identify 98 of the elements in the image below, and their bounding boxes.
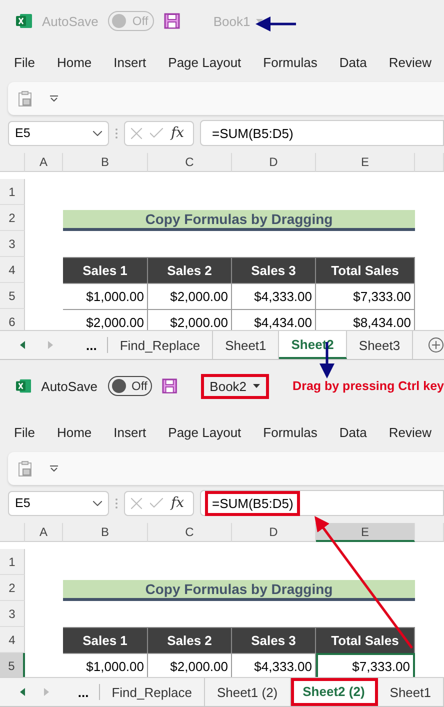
name-box[interactable]: E5 — [8, 490, 109, 516]
row-header[interactable]: 3 — [0, 231, 25, 257]
autosave-label: AutoSave — [41, 378, 98, 394]
scroll-right-icon[interactable] — [44, 688, 49, 696]
excel-logo-icon — [16, 378, 32, 394]
row-header[interactable]: 1 — [0, 179, 25, 205]
table-cell: $2,000.00 — [148, 283, 232, 309]
row-header[interactable]: 1 — [0, 549, 25, 575]
formula-field[interactable]: =SUM(B5:D5) — [200, 490, 444, 516]
customize-caret-icon[interactable] — [50, 465, 58, 472]
ribbon-tab[interactable]: File — [14, 424, 35, 440]
table-header-cell: Total Sales — [316, 627, 415, 653]
ribbon-tab[interactable]: Data — [339, 424, 367, 440]
clipboard-icon[interactable] — [18, 90, 32, 106]
column-header[interactable]: A — [25, 523, 63, 542]
select-all-corner[interactable] — [0, 153, 25, 172]
column-header[interactable]: C — [148, 523, 232, 542]
scroll-left-icon[interactable] — [20, 341, 25, 349]
ribbon-tab[interactable]: Formulas — [263, 54, 318, 70]
insert-function-button[interactable]: fx — [171, 495, 184, 511]
column-header[interactable] — [415, 153, 444, 172]
ribbon-tab[interactable]: Insert — [114, 424, 146, 440]
cancel-icon[interactable] — [131, 498, 142, 508]
row-header[interactable]: 5 — [0, 283, 25, 309]
formula-text: =SUM(B5:D5) — [211, 124, 294, 143]
save-icon[interactable] — [164, 13, 180, 29]
check-icon[interactable] — [150, 498, 163, 508]
name-box[interactable]: E5 — [8, 120, 109, 146]
save-icon[interactable] — [162, 378, 177, 394]
scroll-right-icon[interactable] — [48, 341, 53, 349]
check-icon[interactable] — [150, 128, 163, 138]
sheet-tab[interactable]: Sheet3 — [346, 331, 414, 359]
column-header[interactable]: E — [316, 153, 415, 172]
formula-text: =SUM(B5:D5) — [205, 490, 300, 516]
ribbon-tab[interactable]: Review — [388, 424, 432, 440]
table-header-cell: Sales 1 — [63, 257, 148, 283]
sheet-title-cell: Copy Formulas by Dragging — [63, 210, 415, 231]
select-all-corner[interactable] — [0, 523, 25, 542]
column-header[interactable] — [415, 523, 444, 542]
ribbon-tab[interactable]: Page Layout — [168, 424, 242, 440]
table-header-cell: Total Sales — [316, 257, 415, 283]
table-header-cell: Sales 1 — [63, 627, 148, 653]
ribbon-tab[interactable]: Home — [56, 424, 92, 440]
excel-logo-icon — [16, 13, 32, 29]
sheet-tab[interactable]: Sheet2 — [279, 331, 347, 359]
caret-icon — [252, 384, 260, 388]
column-header[interactable]: A — [25, 153, 63, 172]
table-cell: $7,333.00 — [316, 283, 415, 309]
pointer-arrow — [256, 16, 296, 32]
table-header-cell: Sales 3 — [232, 627, 316, 653]
row-header[interactable]: 3 — [0, 601, 25, 627]
table-cell: $4,333.00 — [232, 283, 316, 309]
drag-dots-icon — [115, 128, 118, 138]
ribbon-tab[interactable]: Insert — [114, 54, 146, 70]
table-header-cell: Sales 2 — [148, 257, 232, 283]
formula-field[interactable]: =SUM(B5:D5) — [200, 120, 444, 146]
insert-function-button[interactable]: fx — [171, 125, 184, 141]
ribbon-tab[interactable]: File — [14, 54, 35, 70]
ribbon-tab[interactable]: Home — [56, 54, 92, 70]
row-header[interactable]: 4 — [0, 627, 25, 653]
sheet-tab[interactable]: Sheet1 — [378, 678, 444, 706]
column-header[interactable]: B — [63, 523, 148, 542]
row-header[interactable]: 2 — [0, 575, 25, 601]
ribbon-tab[interactable]: Page Layout — [168, 54, 242, 70]
chevron-down-icon — [93, 130, 102, 136]
sheet-tab[interactable]: Find_Replace — [108, 331, 214, 359]
column-header[interactable]: E — [316, 523, 415, 542]
column-header[interactable]: C — [148, 153, 232, 172]
sheet-tab[interactable]: Find_Replace — [100, 678, 205, 706]
ribbon-tab[interactable]: Data — [339, 54, 367, 70]
sheet-tab[interactable]: Sheet2 (2) — [290, 678, 378, 706]
row-header[interactable]: 5 — [0, 653, 25, 677]
column-header[interactable]: D — [232, 523, 316, 542]
more-sheets-button[interactable]: ... — [68, 684, 100, 700]
table-header-cell: Sales 3 — [232, 257, 316, 283]
table-header-cell: Sales 2 — [148, 627, 232, 653]
ribbon-tab[interactable]: Formulas — [263, 424, 318, 440]
table-cell: $1,000.00 — [63, 283, 148, 309]
caret-icon — [256, 19, 264, 23]
ribbon-tab[interactable]: Review — [388, 54, 432, 70]
autosave-label: AutoSave — [42, 14, 98, 28]
clipboard-icon[interactable] — [18, 460, 32, 476]
cancel-icon[interactable] — [131, 128, 142, 138]
row-header[interactable]: 4 — [0, 257, 25, 283]
scroll-left-icon[interactable] — [20, 688, 25, 696]
plus-icon — [428, 337, 444, 353]
annotation-note: Drag by pressing Ctrl key — [292, 379, 444, 393]
column-header[interactable]: D — [232, 153, 316, 172]
more-sheets-button[interactable]: ... — [76, 337, 108, 353]
row-header[interactable]: 6 — [0, 309, 25, 330]
chevron-down-icon — [93, 500, 102, 506]
row-header[interactable]: 2 — [0, 205, 25, 231]
customize-caret-icon[interactable] — [50, 95, 58, 102]
column-header[interactable]: B — [63, 153, 148, 172]
autosave-toggle[interactable]: Off — [108, 376, 152, 396]
drag-dots-icon — [115, 498, 118, 508]
sheet-title-cell: Copy Formulas by Dragging — [63, 580, 415, 601]
workbook-title[interactable]: Book2 — [200, 374, 269, 398]
